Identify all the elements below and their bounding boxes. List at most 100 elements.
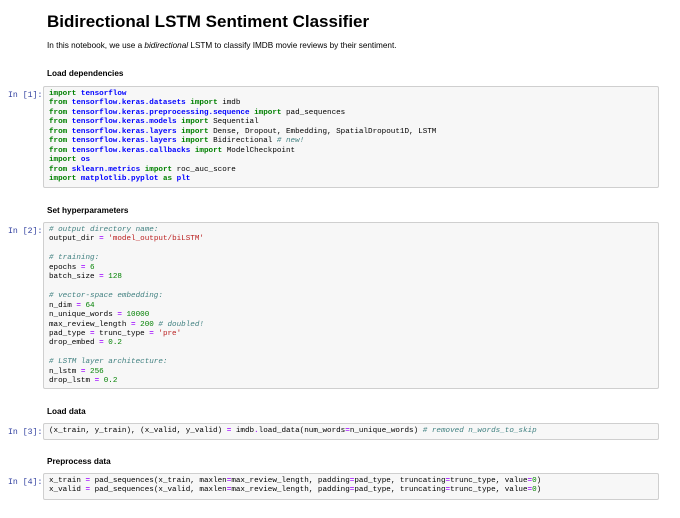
comment-token: # training: [49,254,100,263]
number-token: 64 [85,301,95,310]
keyword-token: import [49,90,77,98]
code-cell-3[interactable]: (x_train, y_train), (x_valid, y_valid) =… [43,423,659,440]
code-token: output_dir [49,235,100,244]
intro-suffix: LSTM to classify IMDB movie reviews by t… [188,41,397,50]
code-line: # vector-space embedding: [49,292,163,300]
code-line: from sklearn.metrics import roc_auc_scor… [49,166,236,174]
code-line: max_review_length = 200 # doubled! [49,321,204,329]
keyword-token: import [181,127,209,136]
code-token: ) [536,477,542,485]
code-token: n_unique_words) [349,427,423,435]
code-line: output_dir = 'model_output/biLSTM' [49,235,204,243]
module-token: tensorflow.keras.datasets [71,99,186,108]
code-token: n_lstm [49,367,81,376]
number-token: 200 [140,320,154,329]
code-line: drop_lstm = 0.2 [49,377,117,385]
code-token: pad_type, truncating [354,486,446,495]
keyword-token: import [194,146,223,155]
code-token: n_dim [49,301,77,310]
number-token: 256 [90,367,104,376]
code-token: load_data(num_words [258,427,346,435]
keyword-token: import [181,137,209,146]
code-cell-4[interactable]: x_train = pad_sequences(x_train, maxlen=… [43,473,659,500]
code-line: import tensorflow [49,90,126,98]
code-cell-source[interactable]: x_train = pad_sequences(x_train, maxlen=… [49,477,653,496]
comment-token: # removed n_words_to_skip [422,427,537,435]
code-token: batch_size [49,273,100,282]
comment-token: # output directory name: [49,226,159,234]
code-token: pad_sequences(x_train, maxlen [90,477,227,485]
module-token: tensorflow.keras.models [71,118,177,127]
keyword-token: from [49,165,68,174]
code-token: x_train [49,477,86,485]
section-heading-load-dependencies: Load dependencies [47,69,124,78]
string-token: 'model_output/biLSTM' [108,235,204,244]
code-token: n_unique_words [49,311,118,320]
keyword-token: from [49,137,68,146]
code-line: from tensorflow.keras.models import Sequ… [49,118,259,126]
code-cell-source[interactable]: (x_train, y_train), (x_valid, y_valid) =… [49,427,653,436]
code-token: max_review_length, padding [231,477,350,485]
module-token: tensorflow [80,90,127,98]
code-token: max_review_length [49,320,132,329]
module-token: os [80,156,91,165]
code-line: n_unique_words = 10000 [49,311,149,319]
code-line: from tensorflow.keras.layers import Dens… [49,128,436,136]
module-token: tensorflow.keras.preprocessing.sequence [71,108,250,117]
cell-prompt: In [1]: [8,91,43,100]
code-cell-2[interactable]: # output directory name: output_dir = 'm… [43,222,659,389]
code-line: # training: [49,254,99,262]
keyword-token: from [49,108,68,117]
code-line: import os [49,156,90,164]
code-line: from tensorflow.keras.preprocessing.sequ… [49,109,345,117]
code-token: (x_train, y_train), (x_valid, y_valid) [49,427,227,435]
code-cell-source[interactable]: import tensorflow from tensorflow.keras.… [49,90,653,185]
code-line: import matplotlib.pyplot as plt [49,175,190,183]
module-token: tensorflow.keras.layers [71,137,177,146]
code-line: x_valid = pad_sequences(x_valid, maxlen=… [49,486,541,494]
number-token: 6 [90,263,95,272]
keyword-token: from [49,99,68,108]
cell-prompt: In [4]: [8,478,43,487]
code-token: drop_embed [49,339,100,348]
code-token: Dense, Dropout, Embedding, SpatialDropou… [208,127,437,136]
code-token: epochs [49,263,81,272]
code-cell-source[interactable]: # output directory name: output_dir = 'm… [49,226,653,387]
keyword-token: as [162,175,173,184]
code-line: drop_embed = 0.2 [49,339,122,347]
intro-prefix: In this notebook, we use a [47,41,145,50]
code-line: epochs = 6 [49,264,95,272]
notebook-title: Bidirectional LSTM Sentiment Classifier [47,12,370,31]
keyword-token: import [49,156,77,165]
string-token: 'pre' [158,329,182,338]
code-token: pad_sequences(x_valid, maxlen [90,486,227,495]
number-token: 0.2 [108,339,122,348]
module-token: plt [176,175,191,184]
number-token: 0.2 [103,377,118,386]
code-line: n_lstm = 256 [49,368,104,376]
code-line: from tensorflow.keras.datasets import im… [49,99,240,107]
code-token: ModelCheckpoint [222,146,296,155]
code-token: Sequential [208,118,259,127]
cell-prompt: In [2]: [8,227,43,236]
code-token: x_valid [49,486,86,495]
code-line: batch_size = 128 [49,273,122,281]
number-token: 128 [108,273,122,282]
intro-emphasis: bidirectional [144,41,189,50]
module-token: sklearn.metrics [71,165,141,174]
module-token: tensorflow.keras.layers [71,127,177,136]
code-token: roc_auc_score [172,165,236,174]
code-token: Bidirectional [208,137,277,146]
keyword-token: from [49,118,68,127]
keyword-token: from [49,127,68,136]
code-token: imdb [217,99,241,108]
section-heading-set-hyperparameters: Set hyperparameters [47,206,129,215]
code-token: pad_type, truncating [354,477,446,485]
code-line: n_dim = 64 [49,302,95,310]
code-cell-1[interactable]: import tensorflow from tensorflow.keras.… [43,86,659,188]
code-token: trunc_type, value [450,486,528,495]
keyword-token: import [49,175,77,184]
code-token: max_review_length, padding [231,486,350,495]
code-line: from tensorflow.keras.layers import Bidi… [49,137,304,145]
keyword-token: import [254,108,282,117]
